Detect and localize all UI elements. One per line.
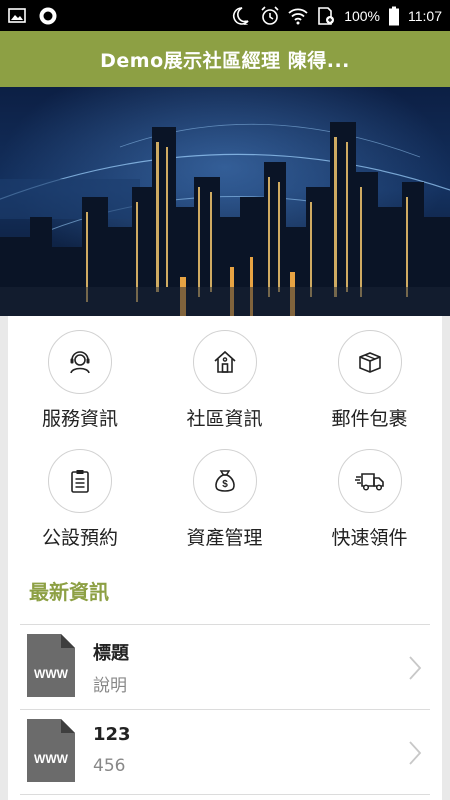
page-title: Demo展示社區經理 陳得...: [100, 49, 350, 72]
menu-icon-circle: [48, 449, 112, 513]
status-bar: z 100% 11:07: [0, 0, 450, 31]
menu-icon-circle: [337, 449, 402, 513]
news-description: 說明: [93, 676, 127, 696]
svg-text:WWW: WWW: [34, 667, 69, 681]
service-menu-grid: 服務資訊 社區資訊 郵件包裹 公設預約 $ 資產管理 快速領件: [8, 330, 442, 550]
svg-text:WWW: WWW: [34, 752, 69, 766]
wifi-icon: [288, 8, 308, 24]
menu-item-asset-management[interactable]: $ 資產管理: [152, 449, 297, 550]
record-icon: [39, 7, 57, 24]
menu-item-label: 服務資訊: [41, 408, 118, 430]
menu-item-label: 社區資訊: [186, 408, 263, 430]
news-title: 標題: [93, 643, 129, 664]
menu-item-label: 資產管理: [186, 527, 263, 549]
menu-item-facility-booking[interactable]: 公設預約: [8, 449, 152, 550]
latest-news-heading: 最新資訊: [29, 580, 109, 604]
web-page-icon: WWW: [27, 719, 75, 782]
menu-item-service-info[interactable]: 服務資訊: [8, 330, 152, 431]
menu-item-community-info[interactable]: 社區資訊: [152, 330, 297, 431]
chevron-right-icon: [409, 741, 422, 765]
menu-item-label: 公設預約: [41, 527, 118, 549]
menu-item-label: 快速領件: [331, 527, 408, 549]
svg-text:$: $: [222, 479, 228, 490]
city-night-banner: [0, 87, 450, 316]
list-item[interactable]: WWW 標題 說明: [20, 625, 430, 710]
delivery-truck-icon: [354, 473, 384, 491]
sd-card-icon: [318, 6, 335, 25]
svg-text:z: z: [244, 18, 248, 26]
content-panel: 服務資訊 社區資訊 郵件包裹 公設預約 $ 資產管理 快速領件 最新資訊 WWW…: [8, 316, 442, 800]
alarm-icon: [261, 5, 279, 25]
menu-icon-circle: [192, 330, 257, 394]
app-header: Demo展示社區經理 陳得...: [0, 31, 450, 87]
menu-item-label: 郵件包裹: [331, 408, 408, 430]
headset-user-icon: [70, 351, 90, 374]
package-box-icon: [358, 352, 381, 373]
menu-item-quick-pickup[interactable]: 快速領件: [297, 449, 442, 550]
list-item[interactable]: WWW 123 456: [20, 710, 430, 795]
battery-icon: [389, 6, 399, 25]
news-description: 456: [93, 756, 126, 776]
gallery-icon: [8, 8, 26, 23]
clock: 11:07: [408, 7, 442, 24]
banner-image[interactable]: [0, 87, 450, 316]
news-list: WWW 標題 說明 WWW 123 456: [20, 625, 430, 795]
do-not-disturb-icon: z: [233, 6, 249, 26]
menu-icon-circle: [337, 330, 402, 394]
menu-icon-circle: $: [192, 449, 257, 513]
menu-icon-circle: [48, 330, 112, 394]
chevron-right-icon: [409, 656, 422, 680]
news-title: 123: [93, 724, 131, 745]
battery-percent: 100%: [344, 7, 380, 24]
house-icon: [213, 350, 236, 373]
menu-item-mail-package[interactable]: 郵件包裹: [297, 330, 442, 431]
money-bag-icon: $: [214, 470, 235, 492]
clipboard-icon: [71, 470, 89, 493]
web-page-icon: WWW: [27, 634, 75, 697]
